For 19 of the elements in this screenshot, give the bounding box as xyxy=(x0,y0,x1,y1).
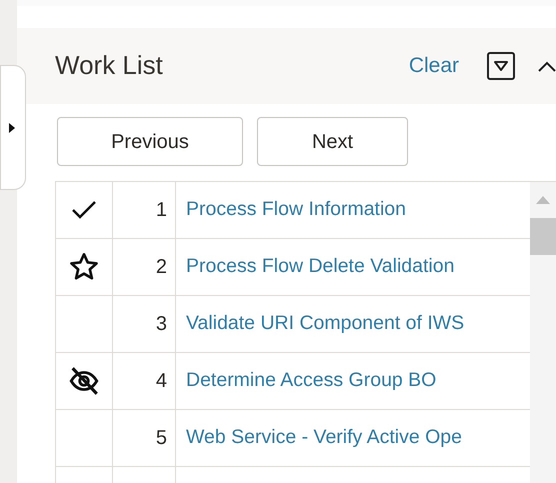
scrollbar[interactable] xyxy=(530,182,556,483)
row-number: 3 xyxy=(113,296,176,352)
work-item-link[interactable]: Process Flow Information xyxy=(186,195,406,225)
row-number: 1 xyxy=(113,182,176,238)
row-number: 5 xyxy=(113,410,176,466)
work-item-link[interactable]: Determine Access Group BO xyxy=(186,366,436,396)
scrollbar-thumb[interactable] xyxy=(530,218,556,255)
expand-arrow-icon[interactable] xyxy=(9,122,15,132)
work-item-link[interactable]: Process Flow Delete Validation xyxy=(186,252,454,282)
dropdown-icon[interactable] xyxy=(487,52,515,80)
row-number: 4 xyxy=(113,353,176,409)
previous-button[interactable]: Previous xyxy=(57,117,243,166)
work-item-link[interactable]: Validate URI Component of IWS xyxy=(186,309,464,339)
clear-link[interactable]: Clear xyxy=(408,50,459,82)
next-button[interactable]: Next xyxy=(257,117,408,166)
row-number: 2 xyxy=(113,239,176,295)
panel-title: Work List xyxy=(55,50,163,82)
work-item-link[interactable]: Web Service - Verify Active Ope xyxy=(186,423,462,453)
collapse-caret-icon[interactable] xyxy=(538,60,556,72)
